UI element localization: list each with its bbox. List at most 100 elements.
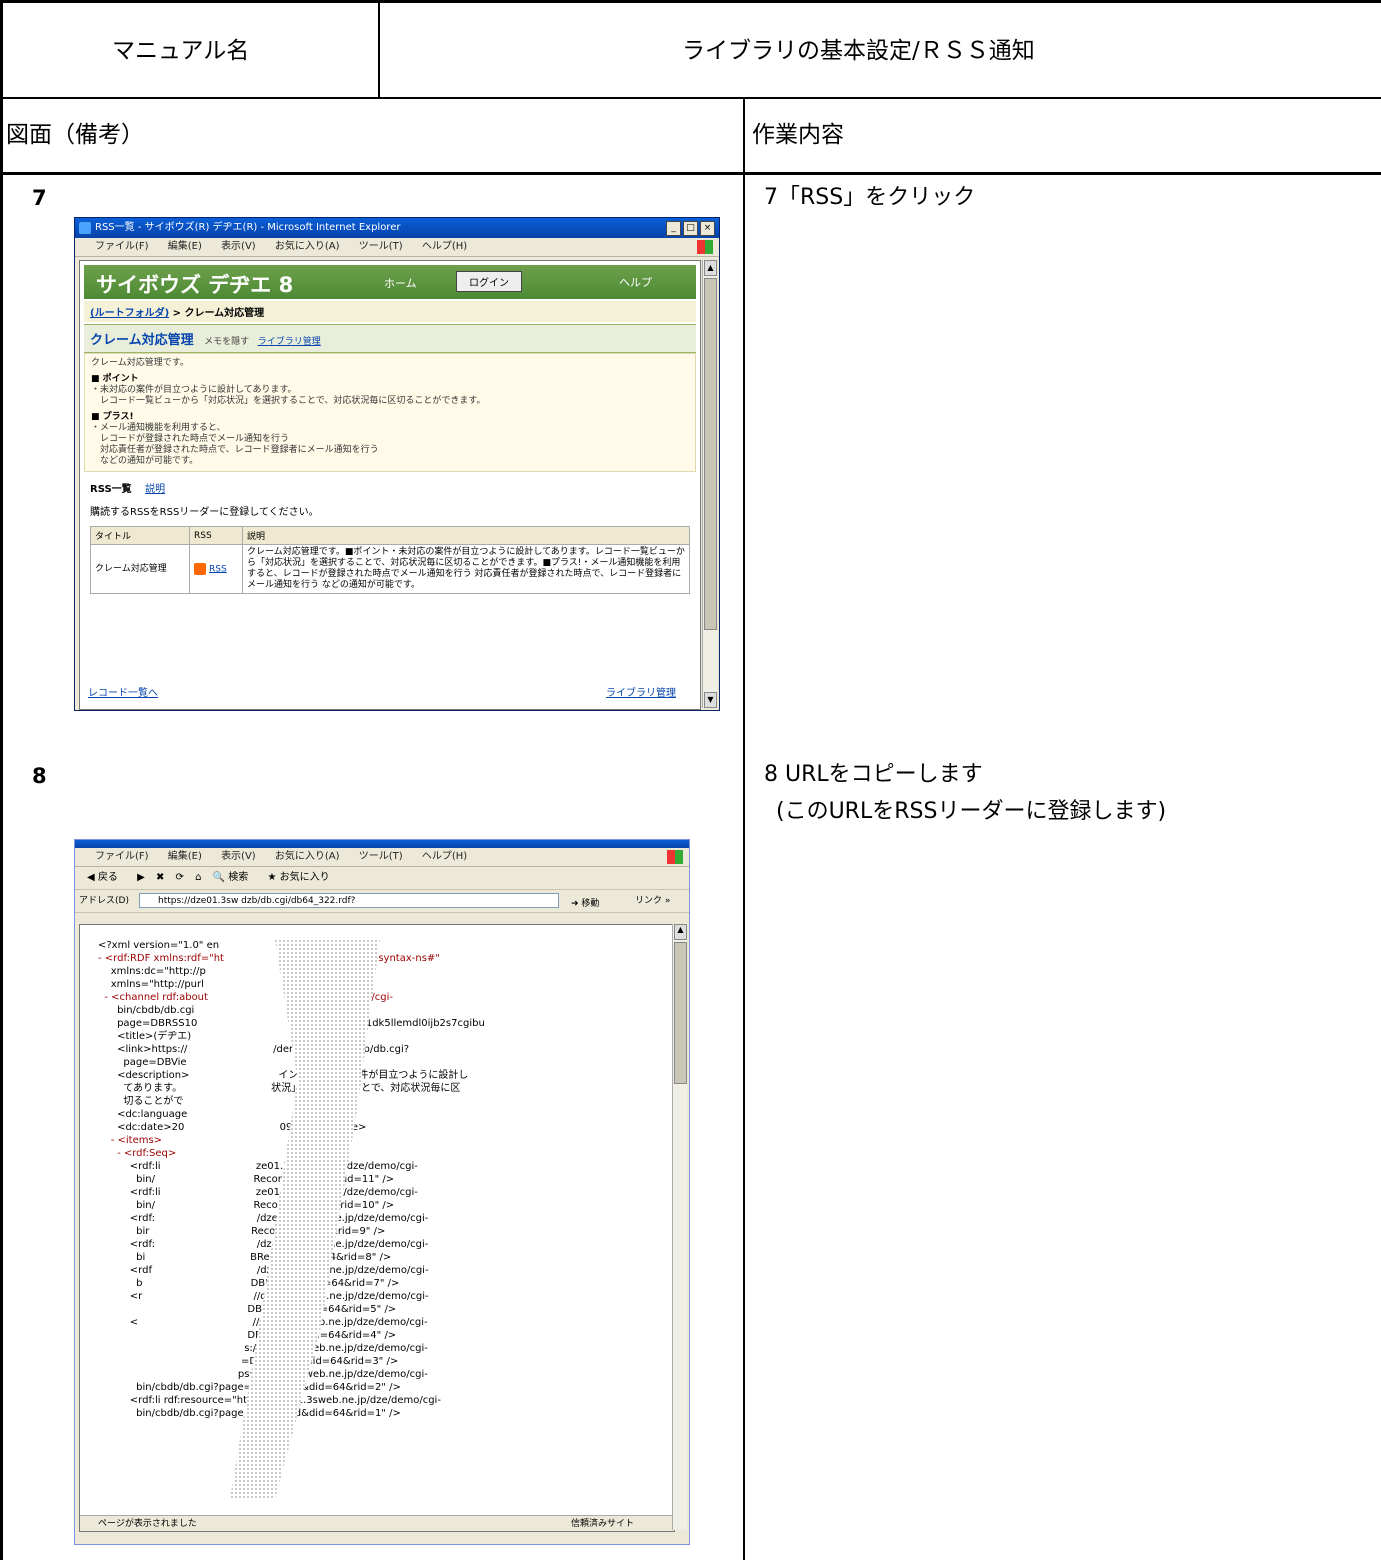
xml-content: <?xml version="1.0" en - <rdf:RDF xmlns:r… bbox=[79, 924, 675, 1532]
window-title: RSS一覧 - サイボウズ(R) デヂエ(R) - Microsoft Inte… bbox=[95, 222, 401, 233]
back-button[interactable]: ◀ 戻る bbox=[87, 872, 126, 883]
menu-view[interactable]: 表示(V) bbox=[221, 241, 256, 252]
status-bar: ページが表示されました 信頼済みサイト bbox=[80, 1515, 674, 1531]
scroll-up-icon[interactable]: ▲ bbox=[674, 924, 687, 940]
xml-line: <description> イント未対応の案件が目立つように設計し bbox=[98, 1070, 469, 1081]
rss-link[interactable]: RSS bbox=[209, 564, 227, 574]
step-7-work: 7「RSS」をクリック bbox=[764, 185, 976, 210]
desc-line: 対応責任者が登録された時点で、レコード登録者にメール通知を行う bbox=[91, 445, 379, 455]
manual-name: ライブラリの基本設定/ＲＳＳ通知 bbox=[682, 38, 1035, 64]
breadcrumb: (ルートフォルダ) > クレーム対応管理 bbox=[84, 301, 696, 322]
menu-file[interactable]: ファイル(F) bbox=[95, 851, 149, 862]
refresh-icon[interactable]: ⟳ bbox=[176, 872, 184, 883]
menu-view[interactable]: 表示(V) bbox=[221, 851, 256, 862]
desc-line: レコードが登録された時点でメール通知を行う bbox=[91, 434, 290, 444]
table-row: クレーム対応管理 RSS クレーム対応管理です。■ポイント・未対応の案件が目立つ… bbox=[90, 544, 690, 594]
address-label: アドレス(D) bbox=[79, 896, 129, 906]
rss-note: 購読するRSSをRSSリーダーに登録してください。 bbox=[90, 507, 319, 518]
security-zone: 信頼済みサイト bbox=[570, 1519, 634, 1529]
bottom-library-link[interactable]: ライブラリ管理 bbox=[606, 684, 676, 699]
menu-tools[interactable]: ツール(T) bbox=[359, 851, 403, 862]
step-8-number: 8 bbox=[32, 764, 47, 788]
back-to-records-link[interactable]: レコード一覧へ bbox=[88, 684, 158, 699]
menu-file[interactable]: ファイル(F) bbox=[95, 241, 149, 252]
scroll-thumb[interactable] bbox=[674, 942, 687, 1084]
xml-line: てあります。 状況」を選択することで、対応状況毎に区 bbox=[98, 1083, 461, 1094]
step-7-number: 7 bbox=[32, 186, 47, 210]
stop-icon[interactable]: ✖ bbox=[156, 872, 164, 883]
desc-line: クレーム対応管理です。 bbox=[91, 358, 189, 368]
menu-bar: ファイル(F) 編集(E) 表示(V) お気に入り(A) ツール(T) ヘルプ(… bbox=[75, 238, 719, 257]
browser-content: サイボウズ デヂエ 8 ホーム ログイン ヘルプ (ルートフォルダ) > クレー… bbox=[79, 260, 701, 710]
home-icon[interactable]: ⌂ bbox=[195, 872, 201, 883]
row-title: クレーム対応管理 bbox=[90, 544, 190, 594]
rss-list-title: RSS一覧 bbox=[90, 484, 132, 495]
manual-label: マニュアル名 bbox=[112, 38, 250, 64]
table-border-top bbox=[0, 0, 1381, 3]
menu-help[interactable]: ヘルプ(H) bbox=[422, 851, 467, 862]
minimize-icon[interactable]: _ bbox=[666, 221, 681, 236]
col-rss: RSS bbox=[189, 526, 243, 545]
manual-name-divider bbox=[378, 0, 380, 98]
go-button[interactable]: ➜ 移動 bbox=[571, 893, 599, 915]
window-titlebar: RSS一覧 - サイボウズ(R) デヂエ(R) - Microsoft Inte… bbox=[75, 218, 719, 238]
row-desc: クレーム対応管理です。■ポイント・未対応の案件が目立つように設計してあります。レ… bbox=[242, 544, 690, 594]
ie-icon bbox=[79, 222, 91, 234]
home-link[interactable]: ホーム bbox=[384, 275, 417, 291]
login-button[interactable]: ログイン bbox=[456, 271, 522, 292]
close-icon[interactable]: × bbox=[700, 221, 715, 236]
xml-line: page=DBVie bbox=[98, 1057, 187, 1068]
address-bar: アドレス(D) https://dze01.3sw dzb/db.cgi/db6… bbox=[75, 890, 689, 913]
browser-toolbar: ◀ 戻る ▶ ✖ ⟳ ⌂ 🔍 検索 ★ お気に入り bbox=[75, 867, 689, 890]
menu-edit[interactable]: 編集(E) bbox=[168, 241, 202, 252]
scroll-up-icon[interactable]: ▲ bbox=[704, 260, 717, 276]
maximize-icon[interactable]: □ bbox=[683, 221, 698, 236]
status-text: ページが表示されました bbox=[98, 1519, 197, 1529]
table-header-row: タイトル RSS 説明 bbox=[90, 526, 690, 545]
app-description: クレーム対応管理です。 ■ ポイント ・未対応の案件が目立つように設計してありま… bbox=[84, 353, 696, 472]
step-8-work-sub: (このURLをRSSリーダーに登録します) bbox=[776, 799, 1167, 824]
column-divider bbox=[743, 97, 745, 1560]
xml-line: <link>https:// /demo/cgi-bin/cbdb/db.cgi… bbox=[98, 1044, 410, 1055]
scroll-thumb[interactable] bbox=[704, 278, 717, 630]
app-title[interactable]: クレーム対応管理 bbox=[90, 333, 194, 348]
label-row-divider bbox=[0, 172, 1381, 175]
search-button[interactable]: 🔍 検索 bbox=[213, 872, 257, 883]
desc-heading: ■ プラス! bbox=[91, 412, 134, 422]
library-manage-link[interactable]: ライブラリ管理 bbox=[258, 337, 321, 347]
app-title-bar: クレーム対応管理 メモを隠す ライブラリ管理 bbox=[84, 324, 696, 353]
help-link[interactable]: ヘルプ bbox=[619, 274, 652, 290]
menu-help[interactable]: ヘルプ(H) bbox=[422, 241, 467, 252]
step-8-work: 8 URLをコピーします bbox=[764, 762, 983, 787]
desc-heading: ■ ポイント bbox=[91, 374, 139, 384]
window-controls: _ □ × bbox=[666, 221, 715, 236]
app-logo: サイボウズ デヂエ 8 bbox=[96, 273, 294, 297]
rss-explain-link[interactable]: 説明 bbox=[145, 484, 165, 495]
menu-edit[interactable]: 編集(E) bbox=[168, 851, 202, 862]
figure-label: 図面（備考） bbox=[6, 122, 144, 148]
rss-cell: RSS bbox=[189, 544, 243, 594]
address-input[interactable]: https://dze01.3sw dzb/db.cgi/db64_322.rd… bbox=[139, 893, 559, 908]
favorites-button[interactable]: ★ お気に入り bbox=[267, 872, 337, 883]
memo-toggle[interactable]: メモを隠す bbox=[204, 337, 249, 347]
breadcrumb-current: > クレーム対応管理 bbox=[172, 308, 265, 319]
desc-line: ・メール通知機能を利用すると、 bbox=[91, 423, 226, 433]
menu-bar: ファイル(F) 編集(E) 表示(V) お気に入り(A) ツール(T) ヘルプ(… bbox=[75, 848, 689, 867]
vertical-scrollbar[interactable]: ▲ bbox=[672, 924, 687, 1530]
header-row-divider bbox=[0, 97, 1381, 99]
windows-logo-icon bbox=[697, 240, 713, 254]
forward-icon[interactable]: ▶ bbox=[137, 872, 145, 883]
screenshot-rss-xml: ファイル(F) 編集(E) 表示(V) お気に入り(A) ツール(T) ヘルプ(… bbox=[74, 839, 690, 1545]
window-titlebar bbox=[75, 840, 689, 848]
rss-list-heading: RSS一覧 説明 bbox=[90, 480, 690, 495]
menu-favorites[interactable]: お気に入り(A) bbox=[275, 851, 340, 862]
windows-logo-icon bbox=[667, 850, 683, 864]
menu-tools[interactable]: ツール(T) bbox=[359, 241, 403, 252]
scroll-down-icon[interactable]: ▼ bbox=[704, 692, 717, 708]
links-button[interactable]: リンク » bbox=[635, 890, 670, 912]
desc-line: レコード一覧ビューから「対応状況」を選択することで、対応状況毎に区切ることができ… bbox=[91, 396, 486, 406]
desc-line: ・未対応の案件が目立つように設計してあります。 bbox=[91, 385, 297, 395]
menu-favorites[interactable]: お気に入り(A) bbox=[275, 241, 340, 252]
vertical-scrollbar[interactable]: ▲ ▼ bbox=[702, 260, 717, 708]
breadcrumb-root[interactable]: (ルートフォルダ) bbox=[90, 308, 169, 319]
